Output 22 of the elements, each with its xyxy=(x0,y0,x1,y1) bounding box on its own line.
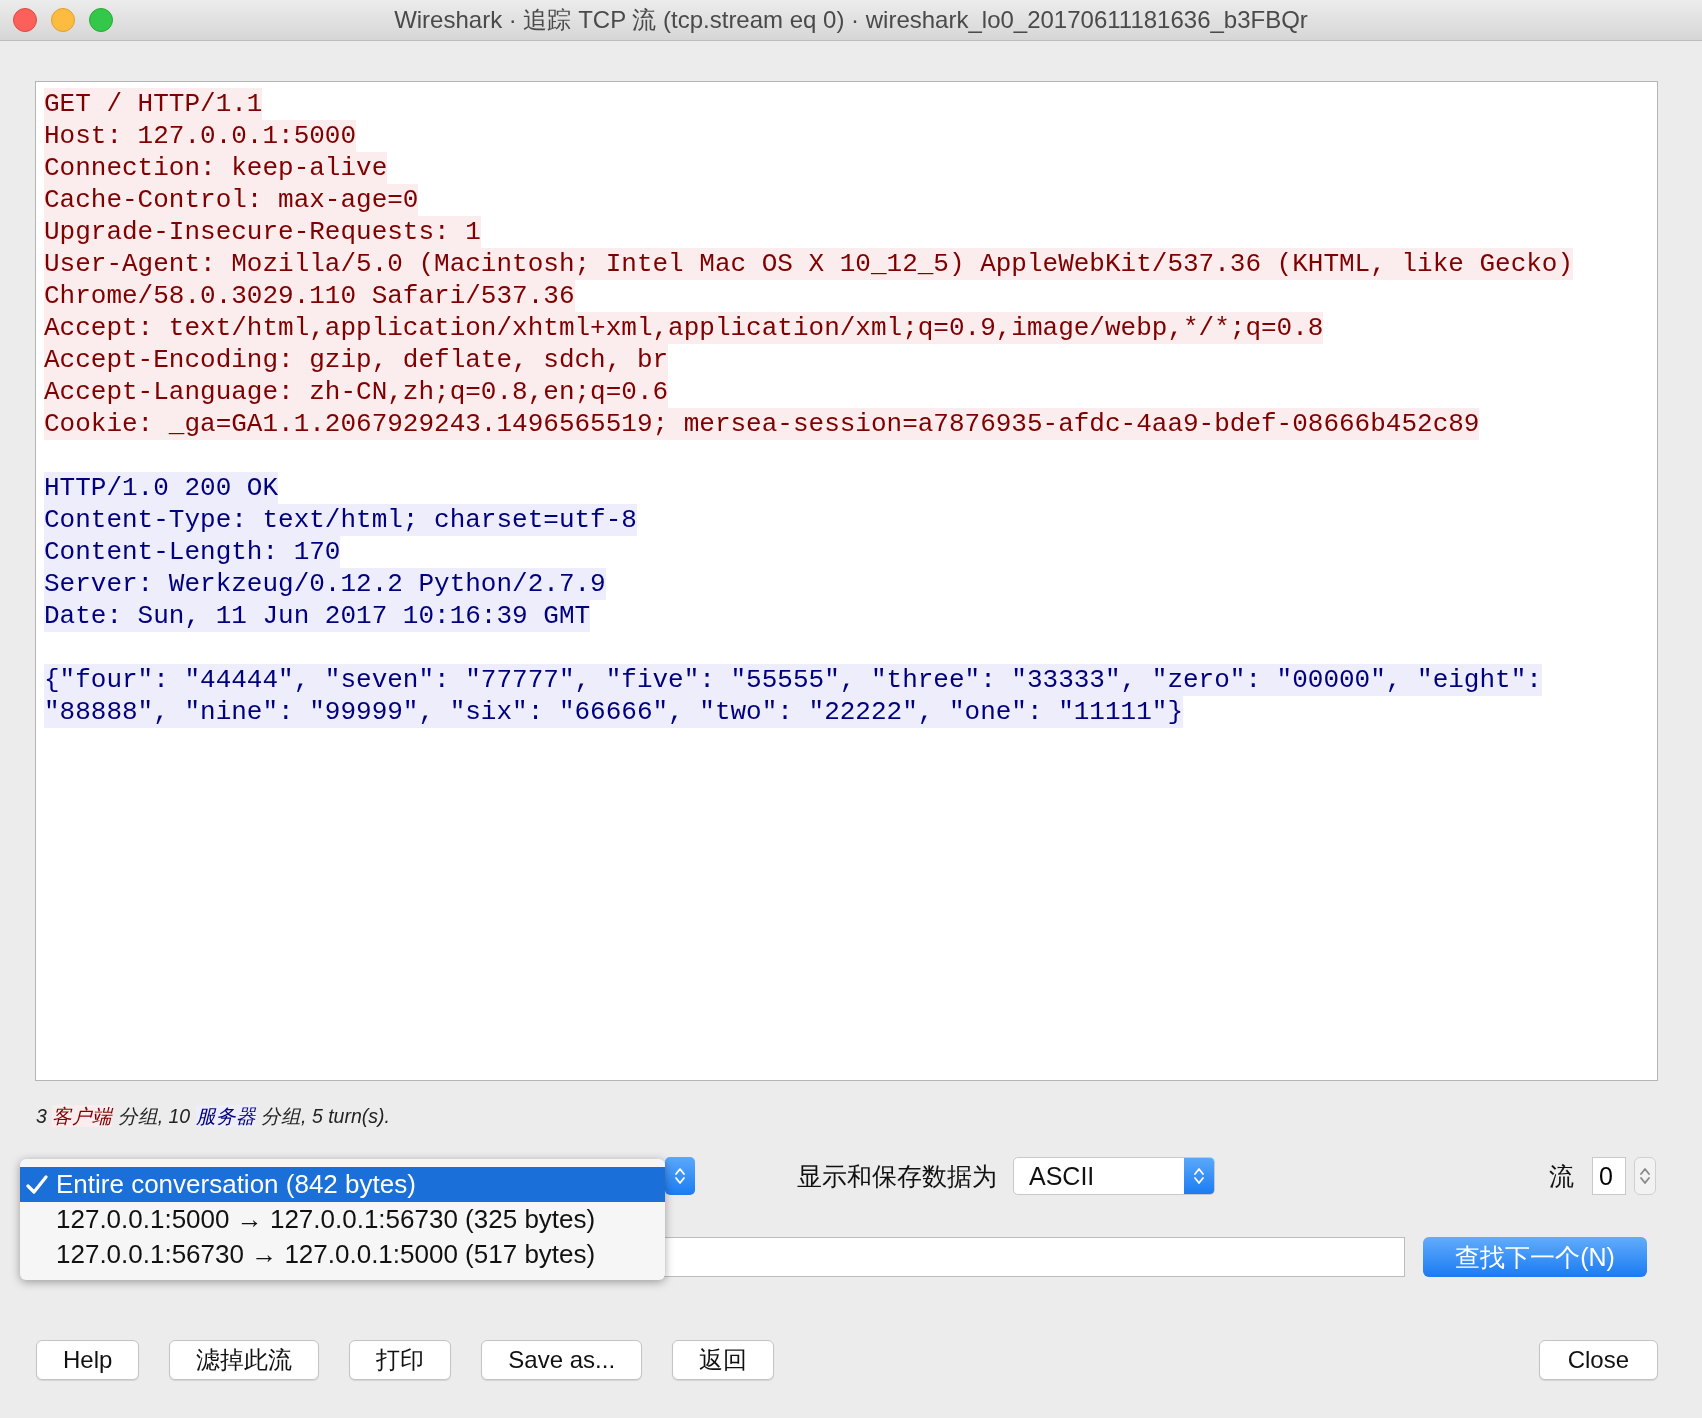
menu-item[interactable]: Entire conversation (842 bytes) xyxy=(20,1167,665,1202)
dialog-button[interactable]: 返回 xyxy=(672,1340,775,1380)
dialog-button[interactable]: Save as... xyxy=(481,1340,643,1380)
menu-item[interactable]: 127.0.0.1:56730 → 127.0.0.1:5000 (517 bytes) xyxy=(20,1237,665,1272)
zoom-window-icon[interactable] xyxy=(89,8,113,32)
display-format-label: 显示和保存数据为 xyxy=(797,1160,997,1192)
menu-item[interactable]: 127.0.0.1:5000 → 127.0.0.1:56730 (325 bytes) xyxy=(20,1202,665,1237)
stream-label: 流 xyxy=(1549,1160,1574,1192)
checkmark-icon xyxy=(26,1175,48,1195)
dialog-button[interactable]: 打印 xyxy=(349,1340,452,1380)
window-title: Wireshark · 追踪 TCP 流 (tcp.stream eq 0) · wireshark_lo0_20170611181636_b3FBQr xyxy=(394,6,1308,33)
dialog-button[interactable]: Help xyxy=(36,1340,140,1380)
stepper-icon xyxy=(1184,1158,1214,1194)
dialog-button[interactable]: 滤掉此流 xyxy=(169,1340,320,1380)
stepper-icon[interactable] xyxy=(665,1157,695,1195)
stream-number-field[interactable]: 0 xyxy=(1592,1157,1626,1195)
close-window-icon[interactable] xyxy=(13,8,37,32)
close-button[interactable]: Close xyxy=(1538,1340,1658,1380)
stepper-icon[interactable] xyxy=(1634,1157,1656,1195)
display-format-dropdown[interactable]: ASCII xyxy=(1013,1157,1215,1195)
minimize-window-icon[interactable] xyxy=(51,8,75,32)
status-text: 3 客户端 分组, 10 服务器 分组, 5 turn(s). xyxy=(36,1105,390,1127)
